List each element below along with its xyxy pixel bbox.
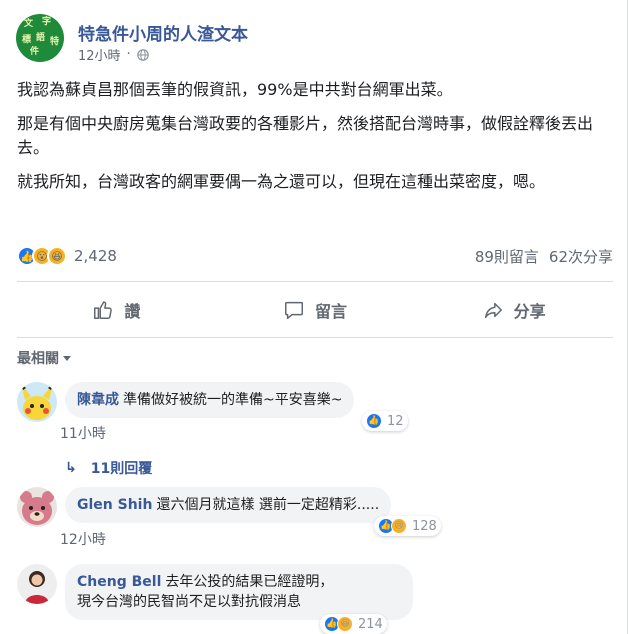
engagement-counts: 89則留言 62次分享 [475, 246, 613, 267]
comment-time[interactable]: 11小時 [60, 423, 106, 443]
post-paragraph: 那是有個中央廚房蒐集台灣政要的各種影片，然後搭配台灣時事，做假詮釋後丟出去。 [17, 114, 594, 157]
share-label: 分享 [513, 302, 546, 321]
comment-sort-dropdown[interactable]: 最相關 [17, 348, 71, 368]
divider [17, 337, 613, 338]
comment-text: 去年公投的結果已經證明， [165, 574, 334, 590]
like-button[interactable]: 讚 [17, 289, 216, 331]
divider [17, 281, 613, 282]
pikachu-avatar-icon [17, 382, 57, 422]
comment-author[interactable]: Cheng Bell [77, 574, 161, 590]
comment-text: 現今台灣的民智尚不足以對抗假消息 [77, 594, 301, 610]
post-meta: 12小時 · [78, 45, 149, 64]
haha-reaction-icon: 😆 [47, 246, 67, 266]
commenter-avatar[interactable] [17, 564, 57, 604]
comment-text: 準備做好被統一的準備~平安喜樂~ [123, 392, 343, 408]
like-label: 讚 [124, 302, 141, 321]
post-paragraph: 就我所知，台灣政客的網軍要偶一為之還可以，但現在這種出菜密度，嗯。 [17, 172, 546, 191]
comment-reaction-count: 12 [387, 413, 404, 429]
comment-reaction-count: 214 [358, 616, 383, 632]
post-paragraph: 我認為蘇貞昌那個丟筆的假資訊，99%是中共對台網軍出菜。 [17, 80, 453, 99]
comment-bubble: 陳韋成 準備做好被統一的準備~平安喜樂~ [65, 382, 355, 418]
commenter-avatar[interactable] [17, 382, 57, 422]
comment-icon [285, 301, 303, 319]
comment-button[interactable]: 留言 [216, 289, 415, 331]
like-reaction-icon: 👍 [366, 413, 382, 429]
bear-avatar-icon [17, 487, 57, 527]
caret-down-icon [63, 355, 71, 361]
commenter-avatar[interactable] [17, 487, 57, 527]
reaction-summary[interactable]: 👍 😮 😆 2,428 [17, 246, 117, 266]
view-replies-link[interactable]: ↳ 11則回覆 [65, 458, 152, 478]
comment-bubble: Cheng Bell 去年公投的結果已經證明， 現今台灣的民智尚不足以對抗假消息 [65, 564, 413, 620]
haha-reaction-icon: 😆 [337, 616, 353, 632]
page-name-link[interactable]: 特急件小周的人渣文本 [78, 20, 248, 45]
post-time[interactable]: 12小時 [78, 45, 121, 64]
page-avatar[interactable]: 文 字 標 語 特 件 [16, 14, 64, 62]
comment-reactions[interactable]: 👍 😢 128 [374, 516, 441, 536]
comment-reactions[interactable]: 👍 12 [362, 411, 408, 431]
share-count-link[interactable]: 62次分享 [549, 246, 613, 267]
post-body: 我認為蘇貞昌那個丟筆的假資訊，99%是中共對台網軍出菜。 那是有個中央廚房蒐集台… [17, 78, 613, 204]
share-button[interactable]: 分享 [414, 289, 613, 331]
comment-bubble: Glen Shih 還六個月就這樣 選前一定超精彩..... [65, 487, 392, 523]
reply-arrow-icon: ↳ [65, 460, 77, 476]
replies-label: 11則回覆 [90, 461, 153, 477]
thumbs-up-icon [94, 301, 113, 319]
post-card: 文 字 標 語 特 件 特急件小周的人渣文本 12小時 · 我認為蘇貞昌那個丟筆… [0, 0, 628, 634]
share-icon [484, 302, 502, 319]
reaction-count: 2,428 [74, 247, 117, 265]
comment-author[interactable]: Glen Shih [77, 497, 152, 513]
comment-author[interactable]: 陳韋成 [77, 392, 119, 408]
comment-time[interactable]: 12小時 [60, 529, 106, 549]
action-bar: 讚 留言 分享 [17, 289, 613, 331]
comment-text: 還六個月就這樣 選前一定超精彩..... [156, 497, 380, 513]
sort-label: 最相關 [17, 351, 59, 367]
sad-reaction-icon: 😢 [391, 518, 407, 534]
comment-count-link[interactable]: 89則留言 [475, 246, 539, 267]
comment-reactions[interactable]: 👍 😆 214 [320, 614, 387, 634]
comment-reaction-count: 128 [412, 518, 437, 534]
post-stats: 👍 😮 😆 2,428 89則留言 62次分享 [17, 246, 613, 270]
globe-icon [136, 48, 149, 61]
person-avatar-icon [17, 564, 57, 604]
comment-label: 留言 [315, 302, 348, 321]
